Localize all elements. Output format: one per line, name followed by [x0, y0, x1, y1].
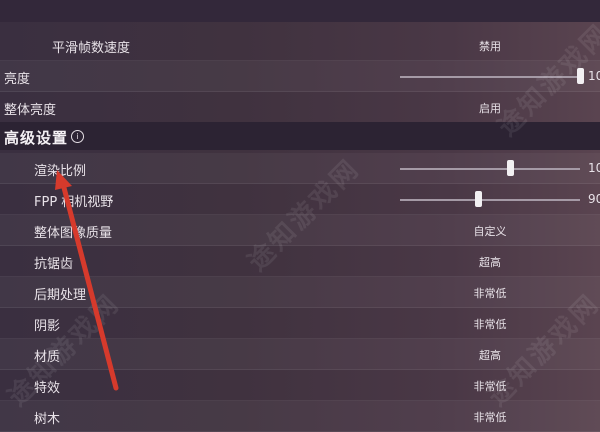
annotation-arrow-icon: [55, 170, 119, 391]
